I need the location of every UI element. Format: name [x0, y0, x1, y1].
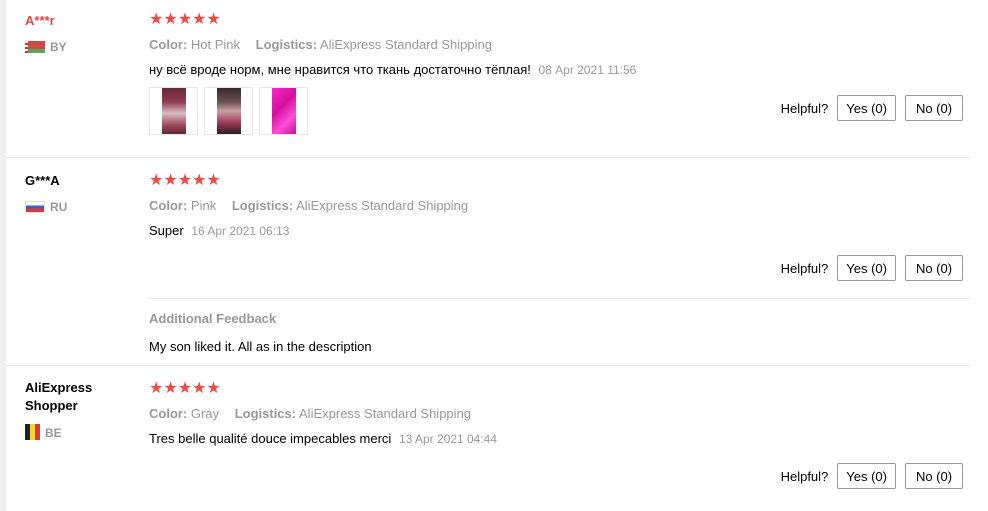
- flag-ru-icon: [25, 201, 45, 213]
- reviewer-name: A***r: [25, 13, 55, 28]
- logistics-value: AliExpress Standard Shipping: [296, 198, 469, 213]
- review-attributes: Color: Gray Logistics: AliExpress Standa…: [149, 406, 970, 422]
- reviewer-country: BE: [25, 424, 125, 440]
- reviewer-info: AliExpress Shopper BE: [25, 379, 125, 440]
- reviewer-country: BY: [25, 40, 135, 54]
- helpful-no-button[interactable]: No (0): [905, 95, 963, 121]
- color-value: Hot Pink: [190, 37, 241, 52]
- helpful-no-button[interactable]: No (0): [905, 463, 963, 489]
- helpful-vote: Helpful? Yes (0) No (0): [781, 463, 963, 489]
- flag-by-icon: [25, 41, 45, 53]
- color-label: Color:: [149, 406, 188, 421]
- additional-feedback-text: My son liked it. All as in the descripti…: [149, 339, 372, 354]
- additional-feedback-title: Additional Feedback: [149, 311, 277, 326]
- review-photo-thumbnail[interactable]: [204, 87, 253, 135]
- review-text: Tres belle qualité douce impecables merc…: [149, 431, 392, 446]
- review-text: ну всё вроде норм, мне нравится что ткан…: [149, 62, 531, 77]
- review-text-row: Super 16 Apr 2021 06:13: [149, 222, 970, 240]
- logistics-label: Logistics:: [234, 406, 297, 421]
- logistics-value: AliExpress Standard Shipping: [299, 406, 472, 421]
- color-value: Pink: [190, 198, 217, 213]
- review-text-row: ну всё вроде норм, мне нравится что ткан…: [149, 61, 970, 79]
- reviewer-name: G***A: [25, 173, 60, 188]
- helpful-label: Helpful?: [780, 468, 829, 484]
- helpful-yes-button[interactable]: Yes (0): [837, 95, 896, 121]
- review-date: 13 Apr 2021 04:44: [398, 432, 498, 446]
- flag-be-icon: [25, 424, 40, 440]
- additional-feedback: Additional Feedback My son liked it. All…: [149, 298, 970, 354]
- country-code: RU: [50, 200, 68, 214]
- logistics-label: Logistics:: [231, 198, 294, 213]
- logistics-label: Logistics:: [255, 37, 318, 52]
- helpful-no-button[interactable]: No (0): [905, 255, 963, 281]
- country-code: BY: [50, 40, 67, 54]
- helpful-vote: Helpful? Yes (0) No (0): [781, 95, 963, 121]
- review-photo-thumbnail[interactable]: [259, 87, 308, 135]
- reviewer-name: AliExpress Shopper: [25, 380, 93, 413]
- color-value: Gray: [190, 406, 220, 421]
- star-rating: ★★★★★: [149, 380, 221, 397]
- review-date: 08 Apr 2021 11:56: [538, 63, 637, 77]
- star-rating: ★★★★★: [149, 11, 221, 28]
- photo-image: [216, 88, 241, 134]
- helpful-label: Helpful?: [780, 100, 829, 116]
- review-item: A***r BY ★★★★★ Color: Hot Pink Logistics…: [6, 0, 970, 157]
- helpful-label: Helpful?: [780, 260, 829, 276]
- review-item: AliExpress Shopper BE ★★★★★ Color: Gray …: [6, 366, 970, 511]
- helpful-yes-button[interactable]: Yes (0): [837, 463, 896, 489]
- review-attributes: Color: Hot Pink Logistics: AliExpress St…: [149, 37, 970, 53]
- color-label: Color:: [149, 198, 188, 213]
- photo-image: [271, 88, 296, 134]
- photo-image: [161, 88, 186, 134]
- star-rating: ★★★★★: [149, 172, 221, 189]
- review-attributes: Color: Pink Logistics: AliExpress Standa…: [149, 198, 970, 214]
- reviewer-info: A***r BY: [25, 12, 135, 54]
- review-content: ★★★★★ Color: Gray Logistics: AliExpress …: [149, 380, 970, 448]
- reviewer-country: RU: [25, 200, 135, 214]
- review-date: 16 Apr 2021 06:13: [191, 224, 290, 238]
- color-label: Color:: [149, 37, 188, 52]
- review-text-row: Tres belle qualité douce impecables merc…: [149, 430, 970, 448]
- review-photo-thumbnail[interactable]: [149, 87, 198, 135]
- helpful-yes-button[interactable]: Yes (0): [837, 255, 896, 281]
- review-content: ★★★★★ Color: Pink Logistics: AliExpress …: [149, 172, 970, 240]
- reviewer-info: G***A RU: [25, 172, 135, 214]
- country-code: BE: [45, 426, 62, 440]
- logistics-value: AliExpress Standard Shipping: [319, 37, 492, 52]
- review-text: Super: [149, 223, 184, 238]
- helpful-vote: Helpful? Yes (0) No (0): [781, 255, 963, 281]
